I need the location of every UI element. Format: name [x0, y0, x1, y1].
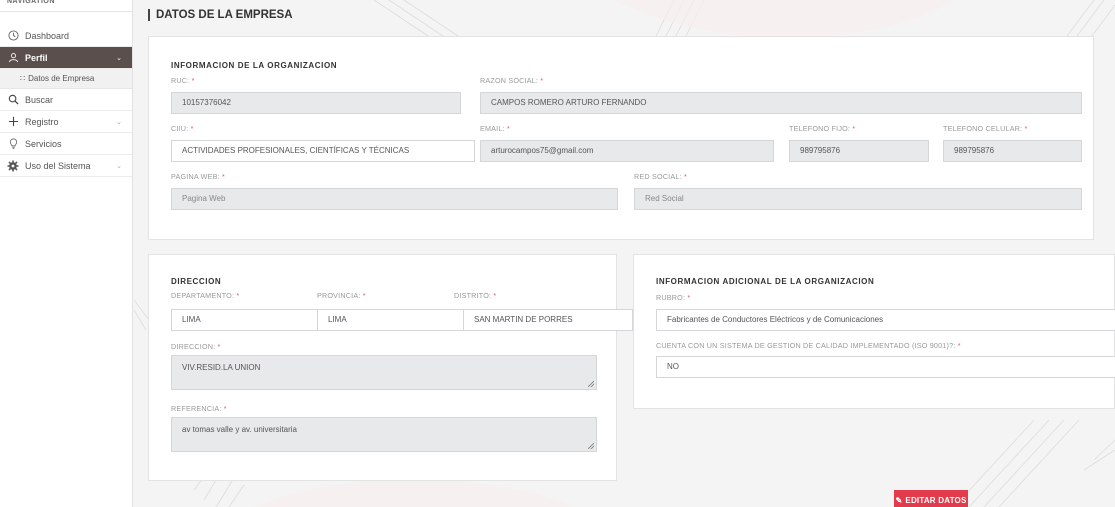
chevron-down-icon: ⌄ — [116, 162, 122, 170]
direccion-textarea[interactable]: VIV.RESID.LA UNION — [171, 355, 597, 390]
distrito-field[interactable]: SAN MARTIN DE PORRES — [463, 309, 633, 331]
sidebar-item-label: Buscar — [25, 94, 54, 105]
razon-social-label: RAZON SOCIAL: * — [480, 76, 544, 85]
direccion-label: DIRECCION: * — [171, 342, 221, 351]
distrito-label: DISTRITO: * — [454, 291, 497, 300]
sidebar-item-registro[interactable]: Registro ⌄ — [0, 111, 132, 133]
telefono-celular-label: TELEFONO CELULAR: * — [943, 124, 1028, 133]
chevron-down-icon: ⌄ — [116, 118, 122, 126]
sidebar-item-label: Servicios — [25, 138, 62, 149]
page-title: DATOS DE LA EMPRESA — [148, 9, 293, 21]
sidebar-item-servicios[interactable]: Servicios — [0, 133, 132, 155]
pagina-web-label: PAGINA WEB: * — [171, 172, 225, 181]
sidebar-item-buscar[interactable]: Buscar — [0, 89, 132, 111]
resize-handle-icon[interactable] — [588, 381, 594, 387]
section-title-organizacion: INFORMACION DE LA ORGANIZACION — [171, 61, 338, 70]
telefono-fijo-label: TELEFONO FIJO: * — [789, 124, 856, 133]
email-label: EMAIL: * — [480, 124, 510, 133]
provincia-label: PROVINCIA: * — [317, 291, 366, 300]
ruc-field[interactable]: 10157376042 — [171, 92, 461, 114]
sidebar-item-dashboard[interactable]: Dashboard — [0, 25, 132, 47]
referencia-textarea[interactable]: av tomas valle y av. universitaria — [171, 417, 597, 452]
sidebar-item-label: Dashboard — [25, 30, 70, 41]
referencia-label: REFERENCIA: * — [171, 404, 227, 413]
chevron-down-icon: ⌄ — [116, 54, 122, 62]
ciiu-label: CIIU: * — [171, 124, 194, 133]
telefono-fijo-field[interactable]: 989795876 — [789, 140, 929, 162]
razon-social-field[interactable]: CAMPOS ROMERO ARTURO FERNANDO — [480, 92, 1082, 114]
calidad-field[interactable]: NO — [656, 356, 1115, 378]
referencia-value: av tomas valle y av. universitaria — [182, 425, 298, 434]
email-field[interactable]: arturocampos75@gmail.com — [480, 140, 774, 162]
rubro-label: RUBRO: * — [656, 293, 691, 302]
sidebar: NAVIGATION Dashboard Perfil ⌄ ∷ Datos de… — [0, 0, 133, 507]
pagina-web-field[interactable]: Pagina Web — [171, 188, 618, 210]
telefono-celular-field[interactable]: 989795876 — [943, 140, 1082, 162]
clock-icon — [7, 30, 19, 42]
direccion-value: VIV.RESID.LA UNION — [182, 363, 261, 372]
grid-icon: ∷ — [20, 74, 26, 83]
plus-icon — [7, 116, 19, 128]
main-content: DATOS DE LA EMPRESA INFORMACION DE LA OR… — [134, 0, 1115, 507]
departamento-field[interactable]: LIMA — [171, 309, 321, 331]
lightbulb-icon — [7, 138, 19, 150]
calidad-label: CUENTA CON UN SISTEMA DE GESTION DE CALI… — [656, 341, 961, 350]
section-title-adicional: INFORMACION ADICIONAL DE LA ORGANIZACION — [656, 277, 875, 286]
sidebar-item-uso-del-sistema[interactable]: Uso del Sistema ⌄ — [0, 155, 132, 177]
ciiu-field[interactable]: ACTIVIDADES PROFESIONALES, CIENTÍFICAS Y… — [171, 140, 475, 162]
sidebar-subitem-datos-empresa[interactable]: ∷ Datos de Empresa — [0, 69, 132, 89]
search-icon — [7, 94, 19, 106]
ruc-label: RUC: * — [171, 76, 195, 85]
sidebar-item-label: Registro — [25, 116, 59, 127]
sidebar-item-label: Perfil — [25, 52, 48, 63]
organization-card: INFORMACION DE LA ORGANIZACION RUC: * 10… — [148, 36, 1094, 240]
edit-data-button[interactable]: ✎ EDITAR DATOS — [894, 490, 968, 507]
nav-header: NAVIGATION — [0, 0, 132, 12]
sidebar-subitem-label: Datos de Empresa — [28, 74, 95, 83]
provincia-field[interactable]: LIMA — [317, 309, 467, 331]
direccion-card: DIRECCION DEPARTAMENTO: * LIMA PROVINCIA… — [148, 254, 633, 481]
user-icon — [7, 52, 19, 64]
edit-icon: ✎ — [895, 495, 903, 505]
departamento-label: DEPARTAMENTO: * — [171, 291, 240, 300]
sidebar-item-perfil[interactable]: Perfil ⌄ — [0, 47, 132, 69]
edit-button-label: EDITAR DATOS — [905, 495, 967, 505]
section-title-direccion: DIRECCION — [171, 277, 222, 286]
red-social-field[interactable]: Red Social — [634, 188, 1082, 210]
gear-icon — [7, 160, 19, 172]
rubro-field[interactable]: Fabricantes de Conductores Eléctricos y … — [656, 309, 1115, 331]
sidebar-item-label: Uso del Sistema — [25, 160, 91, 171]
resize-handle-icon[interactable] — [588, 443, 594, 449]
adicional-card: INFORMACION ADICIONAL DE LA ORGANIZACION… — [633, 254, 1115, 409]
red-social-label: RED SOCIAL: * — [634, 172, 687, 181]
